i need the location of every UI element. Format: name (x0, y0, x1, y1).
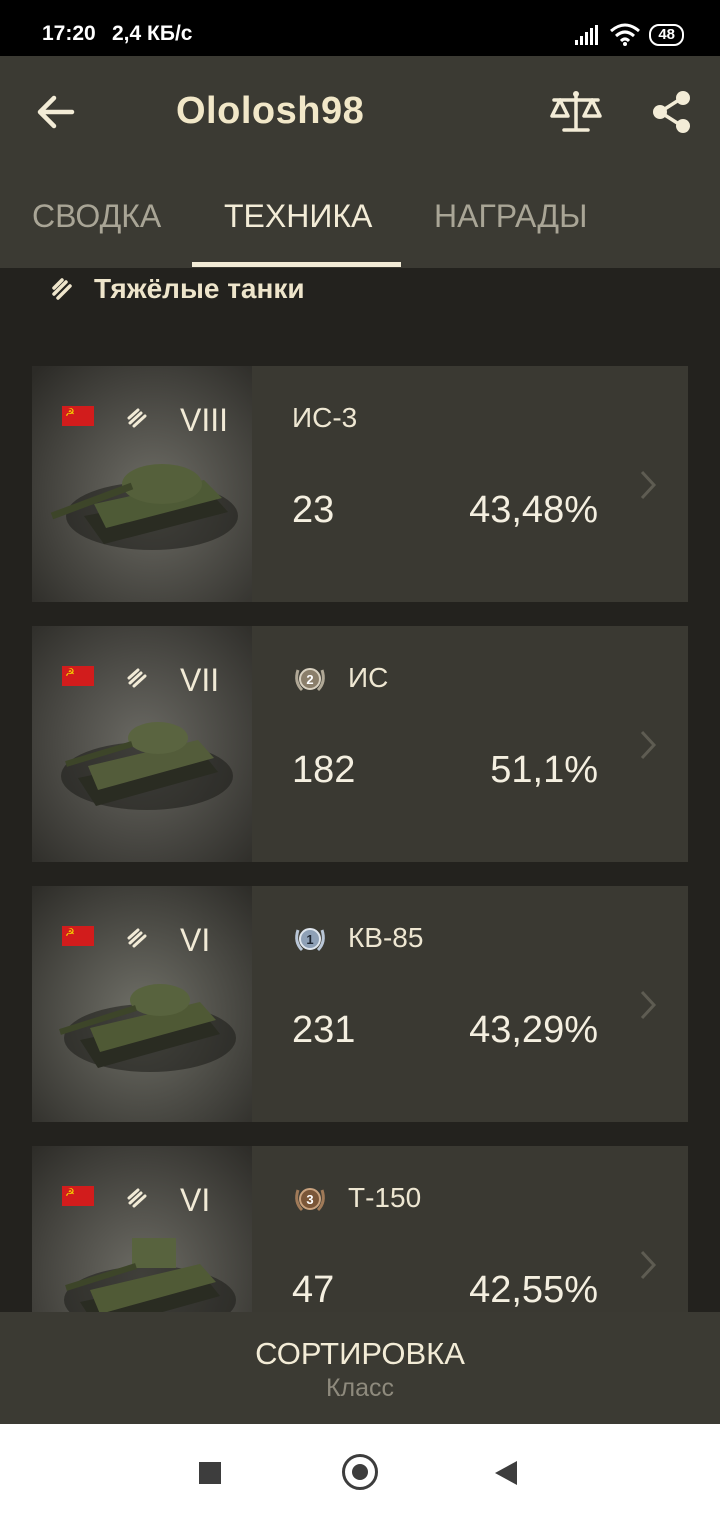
tab-vehicles[interactable]: ТЕХНИКА (224, 198, 372, 235)
vehicle-winrate: 51,1% (490, 749, 598, 791)
active-tab-indicator (192, 262, 401, 267)
vehicle-name: Т-150 (348, 1182, 422, 1213)
arrow-left-icon (37, 95, 75, 129)
scales-icon (550, 91, 602, 132)
section-header: Тяжёлые танки (50, 268, 305, 310)
vehicle-battles: 182 (292, 749, 356, 791)
vehicle-tier: VIII (180, 402, 229, 438)
back-button[interactable] (34, 90, 78, 134)
vehicle-name: КВ-85 (348, 922, 424, 953)
vehicle-tier: VI (180, 1182, 211, 1218)
vehicle-battles: 231 (292, 1009, 356, 1051)
home-icon-dot (352, 1464, 368, 1480)
home-icon[interactable] (342, 1454, 378, 1490)
section-title: Тяжёлые танки (94, 273, 305, 304)
vehicle-battles: 23 (292, 489, 335, 531)
ussr-flag-icon: ☭ (62, 666, 94, 686)
signal-icon (575, 25, 599, 45)
sort-value: Класс (325, 1374, 395, 1402)
mastery-badge-icon: 3 (295, 1188, 325, 1212)
status-network-speed: 2,4 КБ/с (112, 22, 193, 45)
chevron-right-icon (640, 1250, 657, 1280)
chevron-right-icon (640, 730, 657, 760)
vehicle-name: ИС (348, 662, 389, 693)
app-bar: Ololosh98 СВОДКА ТЕХНИКА НАГРАДЫ (0, 56, 720, 268)
tab-awards[interactable]: НАГРАДЫ (434, 198, 587, 235)
heavy-tank-class-icon (127, 1188, 147, 1208)
vehicle-tier: VII (180, 662, 220, 698)
status-icons: 48 (573, 22, 684, 48)
system-navigation-bar (0, 1424, 720, 1520)
chevron-right-icon (640, 990, 657, 1020)
chevron-right-icon (640, 470, 657, 500)
tab-summary[interactable]: СВОДКА (32, 198, 161, 235)
vehicle-winrate: 43,48% (469, 489, 598, 531)
vehicle-winrate: 43,29% (469, 1009, 598, 1051)
vehicle-card[interactable]: ☭ VI 1 КВ-85 231 43,29% (32, 886, 688, 1122)
mastery-badge-icon: 1 (295, 928, 325, 952)
vehicle-image: ☭ VII (32, 626, 252, 862)
share-icon (653, 91, 690, 133)
mastery-level: 3 (306, 1192, 313, 1207)
ussr-flag-icon: ☭ (62, 406, 94, 426)
heavy-tank-class-icon (127, 928, 147, 948)
heavy-tank-class-icon (52, 278, 72, 300)
heavy-tank-class-icon (127, 668, 147, 688)
status-bar: 17:20 2,4 КБ/с 48 (0, 0, 720, 56)
share-button[interactable] (650, 88, 694, 136)
status-time: 17:20 (42, 22, 96, 45)
page-title: Ololosh98 (176, 90, 365, 132)
vehicle-winrate: 42,55% (469, 1269, 598, 1311)
ussr-flag-icon: ☭ (62, 1186, 94, 1206)
mastery-badge-icon: 2 (295, 668, 325, 692)
mastery-level: 2 (306, 672, 313, 687)
recent-apps-icon[interactable] (199, 1462, 221, 1484)
ussr-flag-icon: ☭ (62, 926, 94, 946)
vehicle-image: ☭ VI (32, 1146, 252, 1312)
sort-button[interactable]: СОРТИРОВКА Класс (0, 1312, 720, 1424)
vehicle-battles: 47 (292, 1269, 335, 1311)
vehicle-tier: VI (180, 922, 211, 958)
sort-title: СОРТИРОВКА (255, 1336, 465, 1371)
tab-bar: СВОДКА ТЕХНИКА НАГРАДЫ (0, 194, 720, 268)
vehicle-card[interactable]: ☭ VI 3 Т-150 47 42,55% (32, 1146, 688, 1312)
vehicle-image: ☭ VI (32, 886, 252, 1122)
vehicle-image: ☭ VIII (32, 366, 252, 602)
vehicle-card[interactable]: ☭ VIII ИС-3 23 43,48% (32, 366, 688, 602)
compare-button[interactable] (546, 88, 606, 136)
wifi-icon (610, 23, 641, 46)
vehicle-card[interactable]: ☭ VII 2 ИС 182 51,1% (32, 626, 688, 862)
vehicle-list: Тяжёлые танки ☭ VIII ИС-3 23 43,48% ☭ VI… (0, 268, 720, 1312)
battery-indicator: 48 (649, 24, 684, 46)
vehicle-name: ИС-3 (292, 402, 358, 433)
back-triangle-icon[interactable] (495, 1461, 517, 1485)
mastery-level: 1 (306, 932, 313, 947)
heavy-tank-class-icon (127, 408, 147, 428)
